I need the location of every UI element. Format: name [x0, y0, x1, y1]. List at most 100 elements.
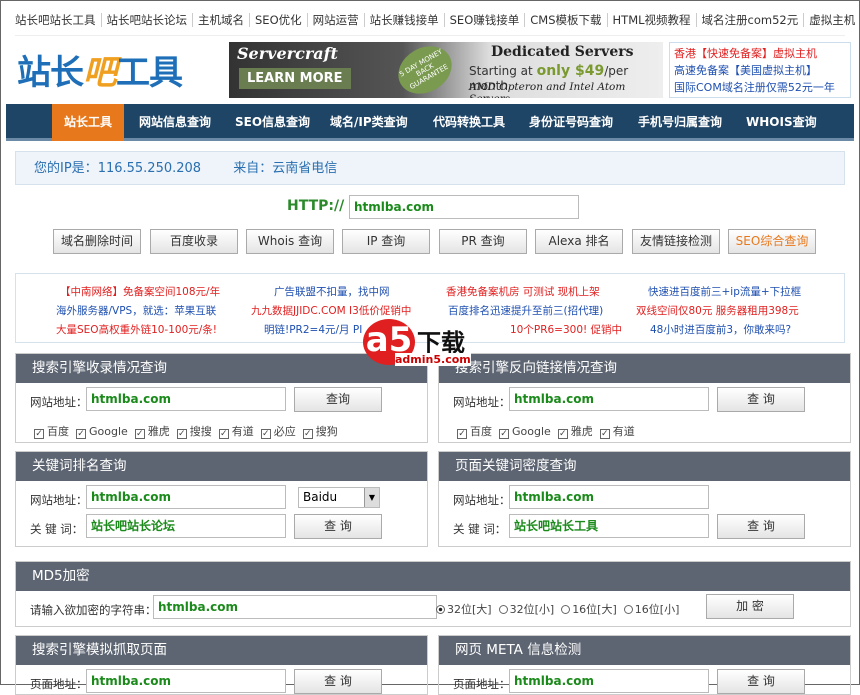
logo-text: 站长	[17, 53, 84, 93]
ad-link[interactable]: 九九数据JJIDC.COM I3低价促销中	[251, 303, 411, 318]
banner-cpu: AMD Opteron and Intel Atom Servers.	[469, 81, 626, 98]
checkbox[interactable]: ✓ 百度	[34, 425, 69, 439]
label: 关 键 词：	[30, 522, 84, 536]
top-link[interactable]: 域名注册com52元	[695, 13, 804, 27]
label: 网站地址：	[453, 493, 511, 507]
side-ad-link[interactable]: 高速免备案【美国虚拟主机】	[674, 62, 846, 79]
checkbox[interactable]: ✓ 搜狗	[302, 425, 338, 439]
checkbox[interactable]: ✓ 雅虎	[134, 425, 170, 439]
md5-input[interactable]: htmlba.com	[153, 595, 437, 619]
checkbox[interactable]: ✓ 必应	[260, 425, 296, 439]
top-link[interactable]: 网站运营	[306, 13, 364, 27]
nav-item[interactable]: 站长工具	[52, 104, 125, 141]
checkbox[interactable]: ✓ 有道	[218, 425, 254, 439]
banner-cta[interactable]: LEARN MORE	[239, 68, 351, 89]
radio[interactable]	[498, 605, 508, 614]
top-link[interactable]: SEO赚钱接单	[443, 13, 525, 27]
engine-checkboxes: ✓ 百度 ✓ Google ✓ 雅虎 ✓ 有道	[457, 423, 635, 439]
ip-label: 您的IP是：116.55.250.208	[34, 161, 215, 176]
query-button[interactable]: 查询	[294, 387, 382, 412]
tool-button[interactable]: PR 查询	[439, 229, 527, 254]
nav-item[interactable]: 域名/IP类查询	[330, 104, 408, 141]
top-link[interactable]: HTML视频教程	[606, 13, 696, 27]
encrypt-button[interactable]: 加 密	[706, 594, 794, 619]
top-link[interactable]: CMS模板下载	[524, 13, 607, 27]
site-input[interactable]: htmlba.com	[86, 387, 286, 411]
radio[interactable]	[623, 605, 633, 614]
nav-item[interactable]: WHOIS查询	[746, 104, 817, 141]
ad-link[interactable]: 明链!PR2=4元/月 PI	[264, 322, 362, 337]
engine-select[interactable]: Baidu ▼	[298, 487, 380, 508]
radio[interactable]	[436, 605, 445, 614]
page-input[interactable]: htmlba.com	[86, 669, 286, 693]
tool-button[interactable]: Alexa 排名	[535, 229, 623, 254]
keyword-input[interactable]: 站长吧站长工具	[509, 514, 709, 538]
query-button[interactable]: 查 询	[717, 669, 805, 694]
radio-option[interactable]: 16位[大]	[561, 603, 617, 616]
checkbox[interactable]: ✓ Google	[76, 425, 128, 439]
side-ad-link[interactable]: 香港【快速免备案】虚拟主机	[674, 45, 846, 62]
http-label: HTTP://	[287, 198, 345, 214]
keyword-input[interactable]: 站长吧站长论坛	[86, 514, 286, 538]
radio-option[interactable]: 32位[大]	[436, 603, 492, 616]
radio-option[interactable]: 16位[小]	[623, 603, 680, 616]
banner-ad[interactable]: Servercraft LEARN MORE 5 DAY MONEY BACK …	[229, 42, 663, 98]
text: 有道	[231, 425, 254, 438]
top-link[interactable]: 虚拟主机	[803, 13, 860, 27]
checkbox[interactable]: ✓ 有道	[599, 425, 635, 439]
top-link[interactable]: SEO优化	[249, 13, 307, 27]
ad-link[interactable]: 10个PR6=300! 促销中	[510, 322, 622, 337]
query-button[interactable]: 查 询	[717, 387, 805, 412]
tool-button[interactable]: 域名删除时间	[53, 229, 141, 254]
checkbox[interactable]: ✓ Google	[499, 425, 551, 439]
nav-item[interactable]: 身份证号码查询	[529, 104, 613, 141]
checkbox[interactable]: ✓ 搜搜	[176, 425, 212, 439]
top-link[interactable]: 站长吧站长工具	[15, 13, 101, 27]
query-button[interactable]: 查 询	[717, 514, 805, 539]
side-ads: 香港【快速免备案】虚拟主机 高速免备案【美国虚拟主机】 国际COM域名注册仅需5…	[669, 42, 851, 98]
radio-option[interactable]: 32位[小]	[498, 603, 554, 616]
site-logo[interactable]: 站长吧工具	[17, 45, 183, 94]
tool-button[interactable]: Whois 查询	[246, 229, 334, 254]
page-input[interactable]: htmlba.com	[509, 669, 709, 693]
nav-item[interactable]: 代码转换工具	[433, 104, 505, 141]
url-input[interactable]: htmlba.com	[349, 195, 579, 219]
text: 16位[小]	[634, 603, 680, 616]
tool-button[interactable]: 友情链接检测	[632, 229, 720, 254]
top-link[interactable]: 主机域名	[192, 13, 249, 27]
nav-item[interactable]: SEO信息查询	[235, 104, 310, 141]
site-input[interactable]: htmlba.com	[86, 485, 286, 509]
seo-overall-button[interactable]: SEO综合查询	[728, 229, 816, 254]
text: 来自：	[233, 161, 273, 176]
ip-value: 116.55.250.208	[97, 161, 202, 176]
nav-item[interactable]: 手机号归属查询	[638, 104, 722, 141]
ad-link[interactable]: 快速进百度前三+ip流量+下拉框	[648, 284, 801, 299]
nav-item[interactable]: 网站信息查询	[139, 104, 211, 141]
site-input[interactable]: htmlba.com	[509, 485, 709, 509]
side-ad-link[interactable]: 国际COM域名注册仅需52元一年	[674, 79, 846, 96]
ad-link[interactable]: 广告联盟不扣量，找中网	[274, 284, 390, 299]
site-input[interactable]: htmlba.com	[509, 387, 709, 411]
ad-link[interactable]: 双线空间仅80元 服务器租用398元	[636, 303, 799, 318]
query-button[interactable]: 查 询	[294, 669, 382, 694]
checkbox[interactable]: ✓ 雅虎	[557, 425, 593, 439]
radio[interactable]	[561, 605, 571, 614]
price: only $49	[536, 63, 605, 79]
main-nav: 站长工具 网站信息查询 SEO信息查询 域名/IP类查询 代码转换工具 身份证号…	[6, 104, 854, 141]
ad-link[interactable]: 48小时进百度前3，你敢来吗?	[650, 322, 791, 337]
tool-button[interactable]: 百度收录	[150, 229, 238, 254]
text: 32位[大]	[447, 603, 492, 616]
checkbox[interactable]: ✓ 百度	[457, 425, 492, 439]
ad-link[interactable]: 百度排名迅速提升至前三(招代理)	[448, 303, 603, 318]
ad-link[interactable]: 香港免备案机房 可测试 现机上架	[446, 284, 600, 299]
query-button[interactable]: 查 询	[294, 514, 382, 539]
ad-link[interactable]: 【中南网络】免备案空间108元/年	[60, 284, 220, 299]
keyword-rank-panel: 关键词排名查询 网站地址： htmlba.com Baidu ▼ 关 键 词： 站…	[15, 451, 428, 547]
top-link[interactable]: 站长赚钱接单	[363, 13, 444, 27]
text: 搜狗	[315, 425, 338, 438]
ad-link[interactable]: 海外服务器/VPS，就选：苹果互联	[56, 303, 216, 318]
top-link[interactable]: 站长吧站长论坛	[100, 13, 192, 27]
banner-title: Dedicated Servers	[491, 44, 634, 60]
ad-link[interactable]: 大量SEO高权重外链10-100元/条!	[56, 322, 217, 337]
tool-button[interactable]: IP 查询	[342, 229, 430, 254]
